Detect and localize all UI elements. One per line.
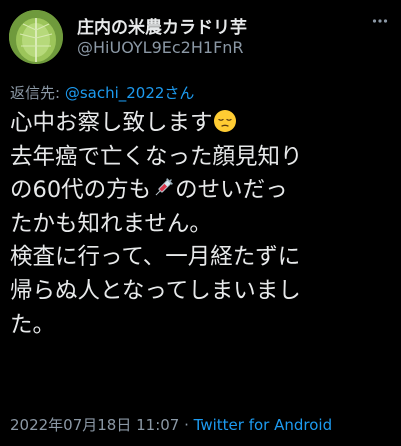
reply-prefix: 返信先: [10, 84, 65, 102]
tweet-line: 去年癌で亡くなった顔見知り [10, 141, 395, 175]
tweet-line: 帰らぬ人となってしまいまし [10, 275, 395, 309]
tweet-line-text: のせいだっ [175, 177, 288, 204]
avatar[interactable] [9, 10, 63, 64]
tweet-line: たかも知れません。 [10, 208, 395, 242]
tweet-line-text: の60代の方も [10, 177, 152, 204]
tweet-line: の60代の方も のせいだっ [10, 174, 395, 208]
reply-to-user-link[interactable]: @sachi_2022さん [65, 84, 195, 102]
tweet-card: 庄内の米農カラドリ芋 @HiUOYL9Ec2H1FnR 返信先: @sachi_… [0, 0, 401, 446]
tweet-line: た。 [10, 309, 395, 343]
reply-to-line: 返信先: @sachi_2022さん [10, 82, 194, 103]
tweet-text: 心中お察し致します 去年癌で亡くなった顔見知り の60代の方も のせいだっ たか… [10, 107, 395, 342]
footer-separator: · [179, 416, 194, 434]
tweet-line-text: た。 [10, 311, 56, 338]
source-link[interactable]: Twitter for Android [194, 416, 332, 434]
tweet-line-text: 去年癌で亡くなった顔見知り [10, 143, 303, 170]
more-options-icon[interactable] [371, 12, 389, 30]
author-display-name[interactable]: 庄内の米農カラドリ芋 [77, 13, 247, 38]
tweet-line: 検査に行って、一月経たずに [10, 241, 395, 275]
syringe-icon [155, 178, 174, 196]
pensive-face-icon [213, 110, 236, 132]
author-handle[interactable]: @HiUOYL9Ec2H1FnR [77, 38, 244, 57]
tweet-line: 心中お察し致します [10, 107, 395, 141]
tweet-line-text: 心中お察し致します [10, 110, 213, 136]
leaf-icon [9, 10, 63, 64]
tweet-line-text: 帰らぬ人となってしまいまし [10, 277, 301, 304]
tweet-footer: 2022年07月18日 11:07 · Twitter for Android [10, 414, 332, 435]
tweet-line-text: 検査に行って、一月経たずに [10, 244, 301, 271]
timestamp[interactable]: 2022年07月18日 11:07 [10, 416, 179, 434]
tweet-line-text: たかも知れません。 [10, 210, 212, 237]
